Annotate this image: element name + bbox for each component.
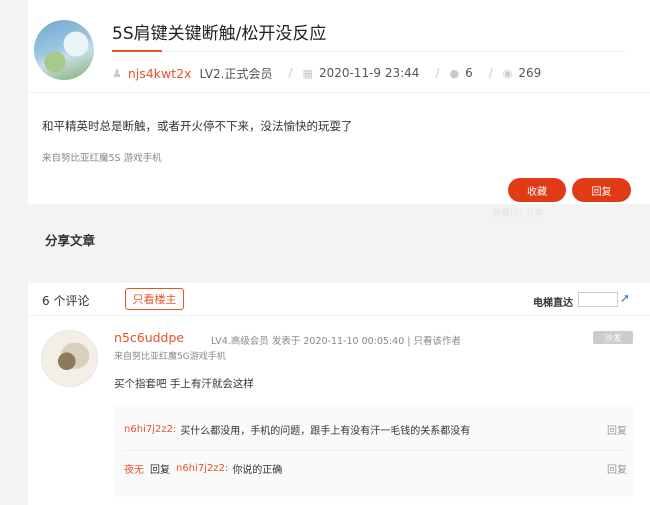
author-name[interactable]: njs4kwt2x	[128, 66, 192, 81]
jump-arrow-icon[interactable]: ➚	[620, 291, 630, 305]
comments-toolbar: 6 个评论 只看楼主 电梯直达 ➚	[28, 283, 650, 316]
only-host-button[interactable]: 只看楼主	[125, 288, 184, 310]
collect-share-ghost-text: 收藏(0) 分享	[492, 209, 544, 219]
floor-jump-label: 电梯直达	[533, 298, 573, 309]
reply-button[interactable]: 回复	[572, 178, 631, 202]
sub-reply-mid: 回复	[150, 464, 170, 476]
collect-button[interactable]: 收藏	[508, 178, 566, 202]
post-datetime: 2020-11-9 23:44	[318, 66, 420, 80]
sub-replies: n6hi7j2z2: 买什么都没用，手机的问题，跟手上有没有汗一毛钱的关系都没有…	[114, 405, 633, 497]
comment-text: 买个指套吧 手上有汗就会这样	[114, 378, 254, 390]
floor-badge: 沙发	[593, 331, 633, 344]
post-divider	[28, 92, 650, 93]
post-source: 来自努比亚红魔5S 游戏手机	[42, 153, 162, 164]
sub-reply-text: 你说的正确	[232, 464, 283, 476]
sub-reply-divider	[124, 450, 624, 451]
meta-separator: /	[435, 66, 440, 80]
share-section-title: 分享文章	[45, 233, 96, 248]
sub-reply-text: 买什么都没用，手机的问题，跟手上有没有汗一毛钱的关系都没有	[180, 425, 471, 437]
comment-icon: ●	[449, 66, 460, 80]
meta-separator: /	[288, 66, 293, 80]
sub-reply-user[interactable]: n6hi7j2z2:	[124, 424, 176, 435]
sub-reply-action[interactable]: 回复	[607, 461, 627, 476]
commenter-avatar[interactable]	[41, 330, 98, 387]
post-content: 和平精英时总是断触，或者开火停不下来，没法愉快的玩耍了	[42, 119, 353, 133]
meta-separator: /	[488, 66, 493, 80]
post-title: 5S肩键关键断触/松开没反应	[112, 24, 327, 44]
calendar-icon: ▦	[302, 66, 313, 80]
floor-jump-input[interactable]	[578, 292, 618, 307]
sub-reply-action[interactable]: 回复	[607, 422, 627, 437]
sub-reply-user[interactable]: 夜无	[124, 461, 144, 476]
author-level: LV2.正式会员	[199, 66, 273, 81]
sub-reply-target-user[interactable]: n6hi7j2z2:	[176, 463, 228, 474]
comment-source: 来自努比亚红魔5G游戏手机	[114, 352, 226, 362]
sub-reply-row: n6hi7j2z2: 买什么都没用，手机的问题，跟手上有没有汗一毛钱的关系都没有…	[124, 419, 629, 439]
comment-count: 6 个评论	[42, 294, 90, 308]
eye-icon: ◉	[502, 66, 513, 80]
view-count: 269	[518, 66, 542, 80]
author-avatar[interactable]	[34, 20, 94, 80]
reply-count: 6	[465, 66, 473, 80]
post-card: 5S肩键关键断触/松开没反应 ♟ njs4kwt2x LV2.正式会员 / ▦ …	[28, 0, 650, 204]
title-divider	[162, 51, 626, 52]
commenter-name[interactable]: n5c6uddpe	[114, 330, 184, 345]
post-meta: ♟ njs4kwt2x LV2.正式会员 / ▦ 2020-11-9 23:44…	[112, 64, 541, 82]
user-icon: ♟	[112, 66, 122, 80]
sub-reply-row: 夜无 回复 n6hi7j2z2: 你说的正确 回复	[124, 458, 629, 478]
comment-meta: LV4.高级会员 发表于 2020-11-10 00:05:40 | 只看该作者	[211, 336, 461, 347]
title-underline	[112, 50, 162, 52]
comments-card: 6 个评论 只看楼主 电梯直达 ➚ n5c6uddpe LV4.高级会员 发表于…	[28, 283, 650, 505]
